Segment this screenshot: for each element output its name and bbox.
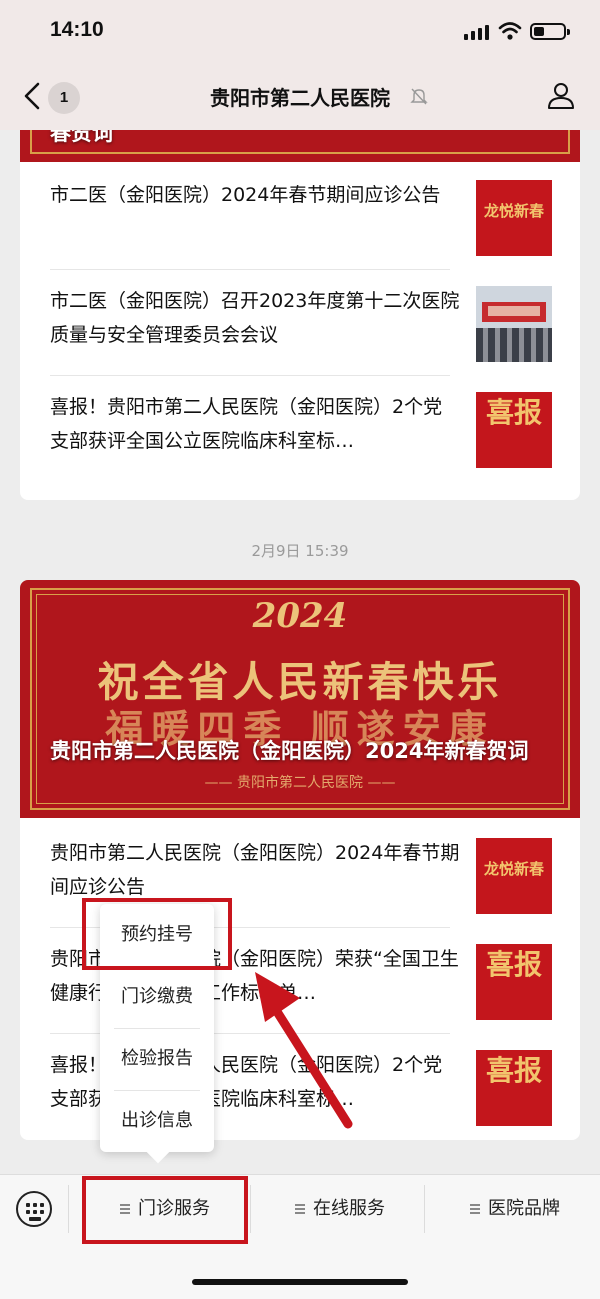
annotation-arrow-icon (255, 972, 353, 1129)
